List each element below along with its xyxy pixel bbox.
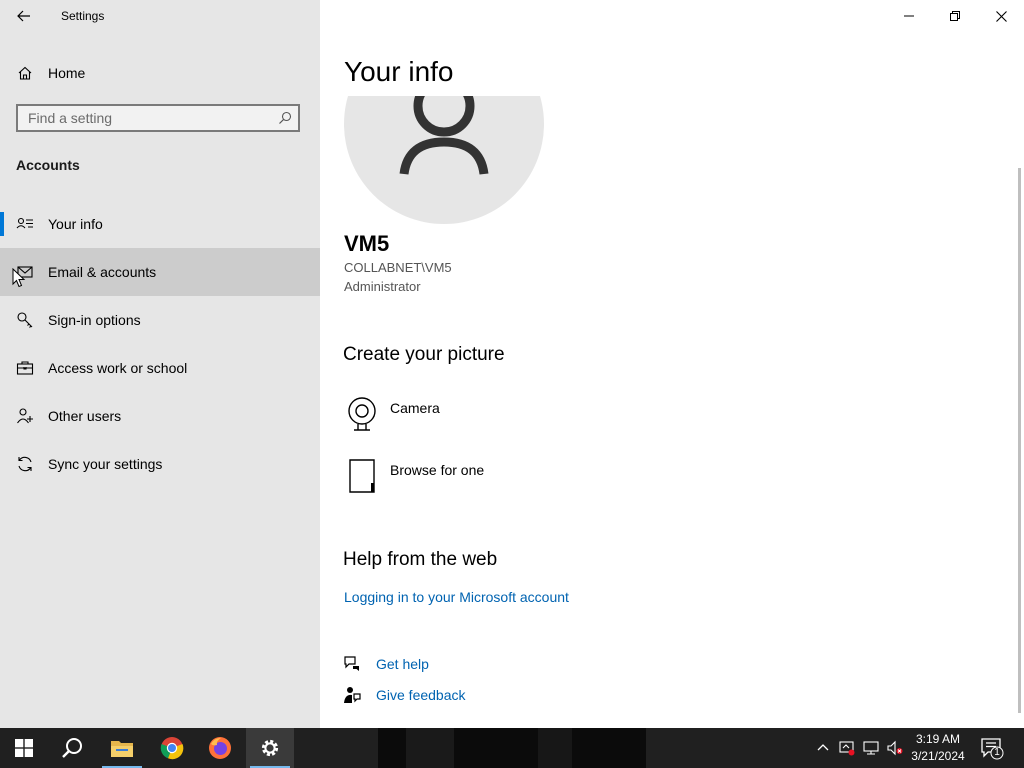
user-name: VM5 bbox=[344, 231, 390, 256]
sidebar-item-label: Sync your settings bbox=[48, 456, 163, 472]
firefox-icon bbox=[209, 737, 231, 759]
network-icon[interactable] bbox=[863, 740, 879, 756]
key-icon bbox=[17, 312, 33, 328]
sidebar-item-label: Sign-in options bbox=[48, 312, 141, 328]
restore-button[interactable] bbox=[932, 0, 978, 32]
security-center-icon[interactable] bbox=[839, 740, 855, 756]
notification-icon bbox=[981, 738, 1004, 760]
sidebar-item-label: Access work or school bbox=[48, 360, 188, 376]
sidebar-item-sync-settings[interactable]: Sync your settings bbox=[0, 440, 320, 488]
create-picture-heading: Create your picture bbox=[343, 344, 505, 365]
browse-option[interactable]: Browse for one bbox=[344, 458, 644, 498]
chrome-button[interactable] bbox=[148, 728, 196, 768]
section-title-accounts: Accounts bbox=[16, 157, 80, 173]
sidebar-item-label: Email & accounts bbox=[48, 264, 157, 280]
clock-date: 3/21/2024 bbox=[911, 749, 965, 763]
clock[interactable]: 3:19 AM 3/21/2024 bbox=[906, 731, 970, 765]
clock-time: 3:19 AM bbox=[915, 732, 961, 746]
search-icon[interactable] bbox=[278, 111, 292, 125]
minimize-button[interactable] bbox=[886, 0, 932, 32]
chevron-up-icon[interactable] bbox=[815, 740, 831, 756]
page-title: Your info bbox=[344, 56, 454, 87]
help-heading: Help from the web bbox=[343, 549, 498, 570]
chrome-icon bbox=[160, 737, 184, 760]
search-taskbar-button[interactable] bbox=[48, 728, 96, 768]
volume-muted-icon[interactable] bbox=[887, 740, 903, 756]
home-label: Home bbox=[48, 65, 86, 81]
camera-label: Camera bbox=[390, 400, 440, 416]
scrollbar[interactable] bbox=[1018, 168, 1021, 713]
get-help-link[interactable]: Get help bbox=[376, 656, 429, 672]
home-icon bbox=[18, 66, 32, 80]
camera-icon bbox=[348, 397, 376, 431]
sidebar-item-label: Your info bbox=[48, 216, 103, 232]
search-icon bbox=[62, 738, 82, 758]
user-role: Administrator bbox=[344, 279, 421, 294]
firefox-button[interactable] bbox=[196, 728, 244, 768]
chat-help-icon bbox=[344, 656, 359, 671]
close-icon bbox=[995, 10, 1007, 22]
notification-count: 1 bbox=[994, 747, 1000, 758]
briefcase-icon bbox=[16, 361, 34, 375]
person-list-icon bbox=[16, 217, 33, 229]
sidebar-item-your-info[interactable]: Your info bbox=[0, 200, 320, 248]
search-input[interactable] bbox=[18, 106, 268, 130]
main-content: Your info VM5 COLLABNET\VM5 Administrato… bbox=[320, 0, 1024, 728]
sidebar-home[interactable]: Home bbox=[0, 56, 320, 90]
sync-icon bbox=[18, 456, 32, 472]
feedback-icon bbox=[344, 687, 361, 703]
sidebar-item-email-accounts[interactable]: Email & accounts bbox=[0, 248, 320, 296]
taskbar: 3:19 AM 3/21/2024 1 bbox=[0, 728, 1024, 768]
minimize-icon bbox=[904, 15, 914, 17]
start-button[interactable] bbox=[0, 728, 48, 768]
gear-icon bbox=[261, 739, 279, 757]
browse-label: Browse for one bbox=[390, 462, 485, 478]
file-explorer-button[interactable] bbox=[98, 728, 146, 768]
folder-icon bbox=[111, 741, 133, 757]
user-domain: COLLABNET\VM5 bbox=[344, 260, 452, 275]
avatar bbox=[344, 96, 544, 224]
sidebar-item-sign-in-options[interactable]: Sign-in options bbox=[0, 296, 320, 344]
close-button[interactable] bbox=[978, 0, 1024, 32]
settings-taskbar-button[interactable] bbox=[246, 728, 294, 768]
file-icon bbox=[349, 459, 375, 493]
sidebar: Settings Home Accounts Your info Email &… bbox=[0, 0, 320, 728]
sidebar-item-access-work-school[interactable]: Access work or school bbox=[0, 344, 320, 392]
restore-icon bbox=[950, 11, 960, 21]
back-button[interactable] bbox=[12, 4, 36, 28]
sidebar-item-label: Other users bbox=[48, 408, 122, 424]
sidebar-item-other-users[interactable]: Other users bbox=[0, 392, 320, 440]
person-add-icon bbox=[17, 408, 33, 424]
windows-logo-icon bbox=[15, 739, 33, 757]
action-center-button[interactable]: 1 bbox=[980, 736, 1004, 760]
back-arrow-icon bbox=[17, 10, 30, 22]
mouse-cursor-icon bbox=[12, 268, 26, 288]
microsoft-account-link[interactable]: Logging in to your Microsoft account bbox=[344, 589, 569, 605]
search-box bbox=[16, 104, 300, 132]
person-silhouette-icon bbox=[399, 96, 489, 175]
taskbar-desktop-peek bbox=[378, 728, 646, 768]
give-feedback-link[interactable]: Give feedback bbox=[376, 687, 466, 703]
app-title: Settings bbox=[61, 9, 105, 23]
camera-option[interactable]: Camera bbox=[344, 396, 644, 436]
